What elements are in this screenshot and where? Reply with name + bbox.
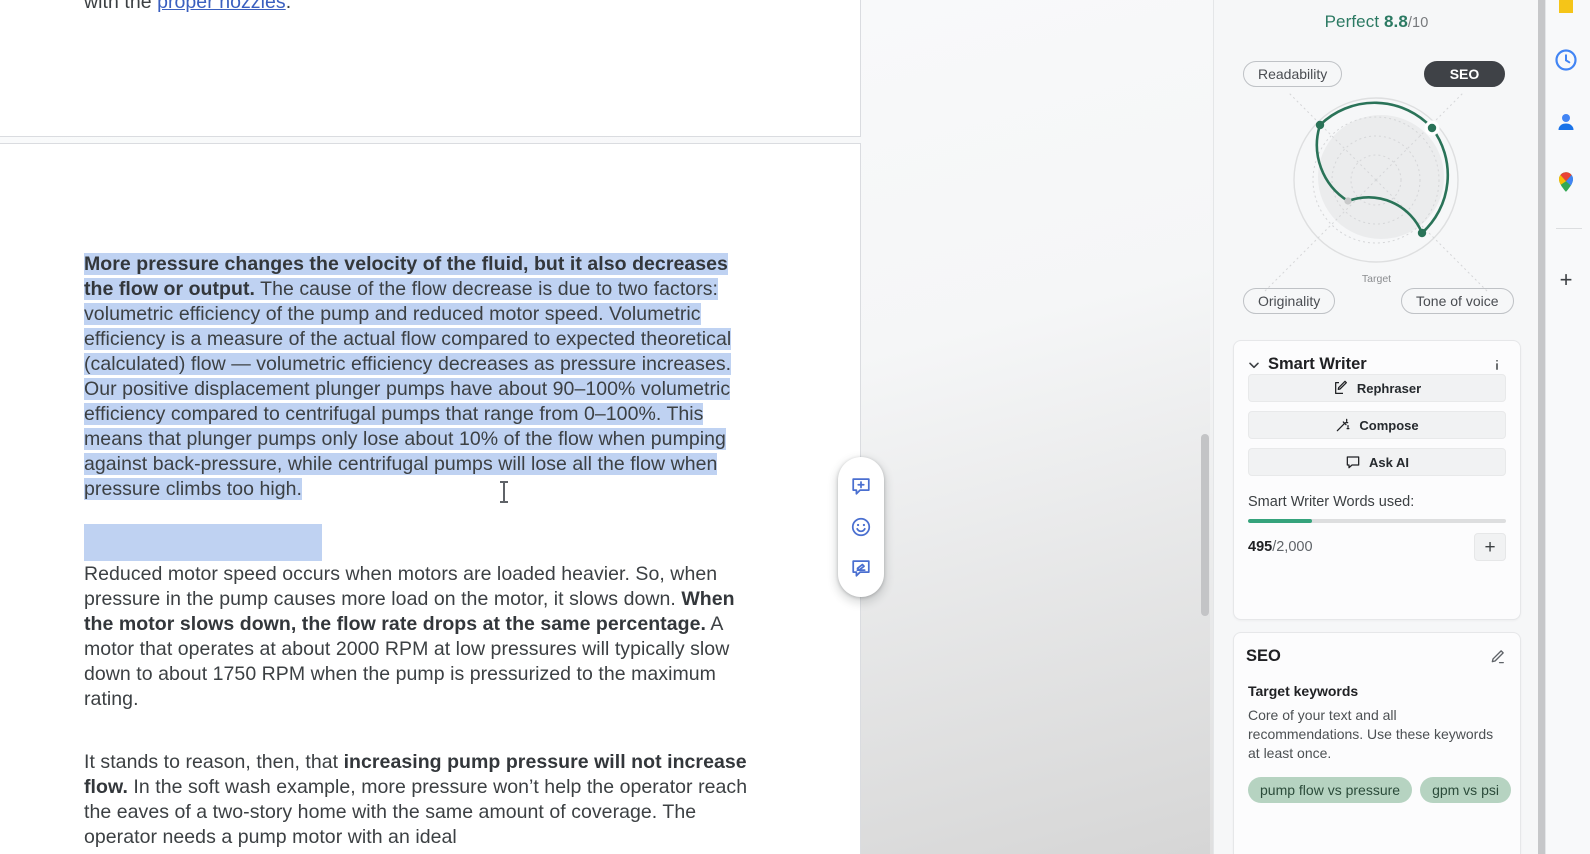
emoji-reaction-button[interactable] [848,514,874,540]
paragraph-two[interactable]: Reduced motor speed occurs when motors a… [84,562,756,712]
document-page-previous [0,0,861,137]
paragraph-top-fragment[interactable]: with the proper nozzles. [84,0,756,15]
tab-readability-label: Readability [1258,66,1328,82]
smart-writer-words-used: 495 [1248,539,1273,555]
seo-header: SEO [1234,633,1520,666]
paragraph-three-part2: In the soft wash example, more pressure … [84,776,748,848]
magic-wand-icon [1335,417,1351,433]
paragraph-three-part1: It stands to reason, then, that [84,751,344,773]
floating-action-rail[interactable] [838,457,884,597]
target-keywords-list: pump flow vs pressure gpm vs psi [1248,777,1520,803]
paragraph-three[interactable]: It stands to reason, then, that increasi… [84,750,756,850]
score-denominator: /10 [1407,15,1429,31]
score-label: Perfect [1324,12,1380,31]
tab-readability[interactable]: Readability [1243,61,1343,87]
chevron-down-icon[interactable] [1246,357,1262,373]
compose-button[interactable]: Compose [1248,411,1506,439]
document-scrollbar-thumb[interactable] [1201,434,1209,616]
smart-writer-progress-fill [1248,519,1312,523]
emoji-reaction-icon [850,516,872,538]
radar-point-seo [1427,123,1437,133]
suggest-edit-icon [850,557,872,579]
add-comment-icon [850,475,872,497]
radar-target-label: Target [1361,273,1392,285]
content-score-header: Perfect 8.8/10 [1214,12,1538,32]
selection-trailing-block [84,524,322,561]
info-icon[interactable] [1488,356,1506,374]
rephraser-label: Rephraser [1356,380,1422,396]
smart-writer-title: Smart Writer [1268,355,1367,373]
add-addon-button[interactable]: + [1554,268,1578,292]
addon-rail: + [1545,0,1590,854]
add-comment-button[interactable] [848,473,874,499]
google-calendar-icon[interactable] [1554,48,1578,72]
chat-bubble-icon [1345,454,1361,470]
tab-originality-label: Originality [1258,293,1321,309]
document-canvas[interactable]: with the proper nozzles. More pressure c… [0,0,1210,854]
screen-root: with the proper nozzles. More pressure c… [0,0,1590,854]
smart-writer-usage-text: 495/2,000 [1248,539,1474,555]
content-score-panel: Perfect 8.8/10 Readability SEO Originali… [1213,0,1538,854]
proper-nozzles-link[interactable]: proper nozzles [157,0,286,13]
rail-divider [1556,228,1582,229]
google-keep-icon[interactable] [1554,0,1578,16]
paragraph-highlighted[interactable]: More pressure changes the velocity of th… [84,252,756,502]
target-keywords-description: Core of your text and all recommendation… [1248,707,1494,761]
ask-ai-button[interactable]: Ask AI [1248,448,1506,476]
keyword-chip[interactable]: pump flow vs pressure [1248,777,1413,803]
seo-card: SEO Target keywords Core of your text an… [1233,632,1521,854]
smart-writer-header: Smart Writer [1234,341,1520,374]
smart-writer-usage-row: 495/2,000 + [1248,533,1506,561]
google-contacts-icon[interactable] [1554,110,1578,134]
target-keywords-title: Target keywords [1248,683,1359,699]
tab-seo[interactable]: SEO [1424,61,1505,87]
suggest-edit-button[interactable] [848,555,874,581]
compose-label: Compose [1359,417,1419,433]
smart-writer-words-label: Smart Writer Words used: [1248,494,1415,510]
smart-writer-card: Smart Writer Rephraser Compose Ask AI Sm… [1233,340,1521,620]
document-scrollbar[interactable] [1198,0,1212,854]
radar-point-tone [1417,228,1427,238]
paragraph-top-suffix: . [285,0,292,13]
smart-writer-words-total: 2,000 [1276,539,1313,555]
seo-title: SEO [1246,647,1281,665]
ask-ai-label: Ask AI [1369,454,1409,470]
rephrase-pencil-icon [1333,380,1349,396]
paragraph-highlighted-body: The cause of the flow decrease is due to… [84,278,732,500]
tab-seo-label: SEO [1449,66,1480,82]
paragraph-top-prefix: with the [84,0,158,13]
radar-point-originality [1344,197,1352,205]
text-cursor-ibeam [500,481,508,503]
score-radar-chart: Target [1236,61,1517,299]
radar-svg [1257,61,1495,299]
radar-point-readability [1315,120,1325,130]
score-value: 8.8 [1383,12,1408,31]
pencil-edit-icon[interactable] [1488,648,1506,666]
tab-tone-of-voice-label: Tone of voice [1416,293,1499,309]
google-maps-icon[interactable] [1554,170,1578,194]
add-words-button[interactable]: + [1474,533,1506,561]
keyword-chip[interactable]: gpm vs psi [1420,777,1511,803]
rephraser-button[interactable]: Rephraser [1248,374,1506,402]
smart-writer-progress-track [1248,519,1506,523]
paragraph-two-part1: Reduced motor speed occurs when motors a… [84,563,718,610]
